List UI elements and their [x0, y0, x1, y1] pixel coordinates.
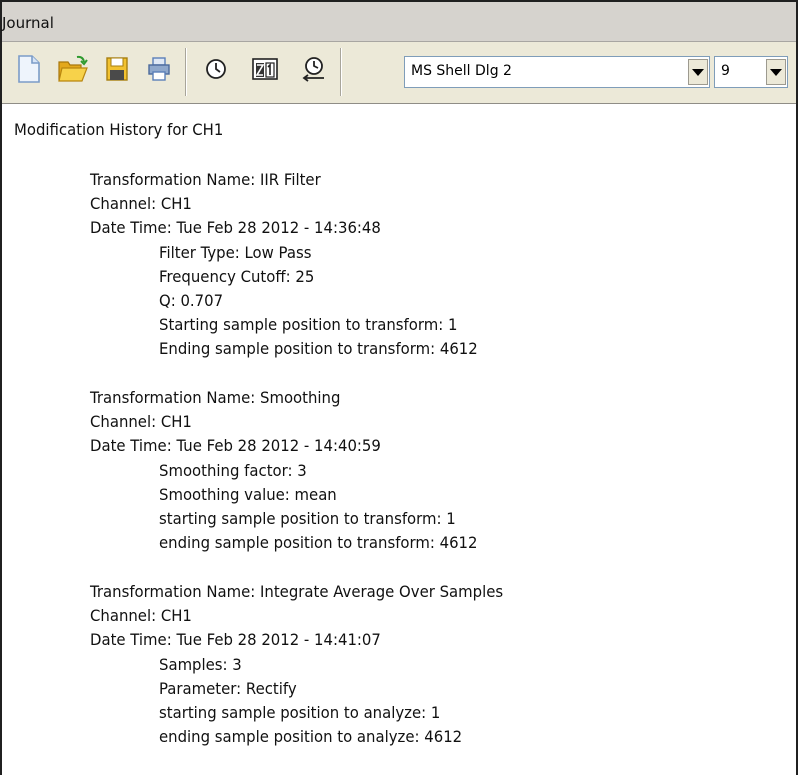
toolbar-separator: [340, 48, 342, 96]
entry-channel: Channel: CH1: [90, 194, 192, 213]
restore-history-button[interactable]: [297, 53, 331, 89]
entry-param: starting sample position to transform: 1: [159, 509, 456, 528]
journal-text-area[interactable]: Modification History for CH1 Transformat…: [2, 104, 796, 775]
open-folder-icon: [57, 54, 89, 88]
print-button[interactable]: [142, 53, 176, 89]
entry-param: Smoothing factor: 3: [159, 461, 307, 480]
clock-icon: [203, 56, 229, 86]
chevron-down-icon: [770, 68, 782, 76]
new-document-icon: [16, 54, 42, 88]
clock-restore-icon: [300, 54, 328, 88]
entry-param: Ending sample position to transform: 461…: [159, 339, 478, 358]
window-title: Journal: [2, 14, 54, 32]
entry-datetime: Date Time: Tue Feb 28 2012 - 14:36:48: [90, 218, 381, 237]
entry-param: ending sample position to analyze: 4612: [159, 727, 463, 746]
entry-name: Transformation Name: Smoothing: [90, 388, 341, 407]
chevron-down-icon: [692, 68, 704, 76]
entry-channel: Channel: CH1: [90, 606, 192, 625]
save-button[interactable]: [100, 53, 134, 89]
entry-datetime: Date Time: Tue Feb 28 2012 - 14:40:59: [90, 436, 381, 455]
font-name-dropdown-button[interactable]: [688, 59, 708, 85]
entry-param: Frequency Cutoff: 25: [159, 267, 315, 286]
entry-param: starting sample position to analyze: 1: [159, 703, 441, 722]
entry-channel: Channel: CH1: [90, 412, 192, 431]
entry-param: Filter Type: Low Pass: [159, 243, 312, 262]
entry-param: Smoothing value: mean: [159, 485, 337, 504]
toolbar-separator: [185, 48, 187, 96]
history-button[interactable]: [199, 53, 233, 89]
toolbar: MS Shell Dlg 2 9: [2, 42, 796, 104]
sort-za-icon: [251, 55, 281, 87]
font-name-select[interactable]: MS Shell Dlg 2: [404, 56, 710, 88]
journal-window: Journal MS Shell Dlg 2 9 Modification Hi…: [0, 0, 798, 775]
entry-param: Samples: 3: [159, 655, 242, 674]
font-name-value: MS Shell Dlg 2: [411, 63, 512, 79]
sort-button[interactable]: [249, 53, 283, 89]
entry-datetime: Date Time: Tue Feb 28 2012 - 14:41:07: [90, 630, 381, 649]
entry-name: Transformation Name: Integrate Average O…: [90, 582, 504, 601]
entry-param: ending sample position to transform: 461…: [159, 533, 478, 552]
printer-icon: [146, 55, 172, 87]
entry-param: Parameter: Rectify: [159, 679, 297, 698]
font-size-value: 9: [721, 63, 730, 79]
history-heading: Modification History for CH1: [14, 120, 224, 139]
font-size-select[interactable]: 9: [714, 56, 788, 88]
entry-param: Q: 0.707: [159, 291, 224, 310]
font-size-dropdown-button[interactable]: [766, 59, 786, 85]
new-document-button[interactable]: [12, 53, 46, 89]
open-folder-button[interactable]: [56, 53, 90, 89]
save-icon: [104, 55, 130, 87]
title-bar[interactable]: Journal: [2, 2, 796, 42]
entry-name: Transformation Name: IIR Filter: [90, 170, 321, 189]
entry-param: Starting sample position to transform: 1: [159, 315, 458, 334]
